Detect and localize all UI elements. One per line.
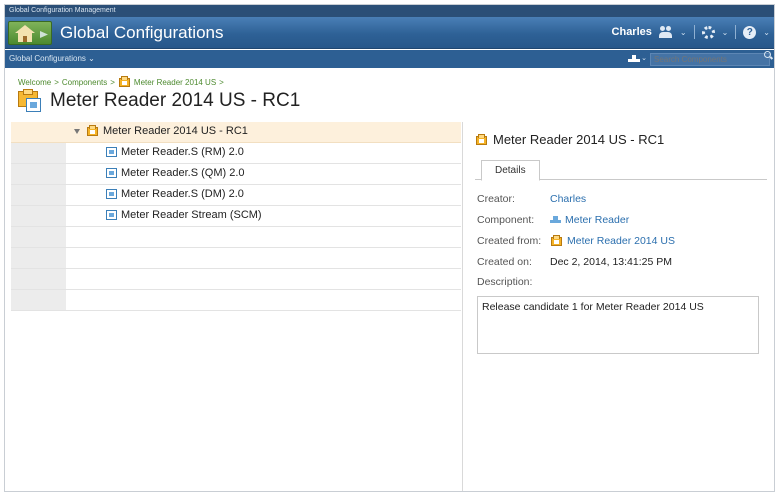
breadcrumb-separator: > xyxy=(54,77,59,87)
component-icon xyxy=(550,216,561,224)
separator xyxy=(693,25,695,39)
help-icon[interactable]: ? xyxy=(743,25,757,39)
tree-row[interactable]: Meter Reader.S (QM) 2.0 xyxy=(11,164,461,185)
page-title: Meter Reader 2014 US - RC1 xyxy=(50,90,301,111)
created-from-link[interactable]: Meter Reader 2014 US xyxy=(567,235,675,247)
component-link[interactable]: Meter Reader xyxy=(565,214,629,226)
created-on-field: Created on: Dec 2, 2014, 13:41:25 PM xyxy=(477,256,672,268)
details-title: Meter Reader 2014 US - RC1 xyxy=(475,132,664,147)
home-icon[interactable] xyxy=(8,21,52,45)
created-on-label: Created on: xyxy=(477,256,532,268)
tree-root-label: Meter Reader 2014 US - RC1 xyxy=(103,125,248,137)
creator-field: Creator: Charles xyxy=(477,193,586,205)
breadcrumb-components[interactable]: Components xyxy=(62,78,107,87)
created-from-label: Created from: xyxy=(477,235,542,247)
app-banner: Global Configurations Charles ⌄ ⌄ ? ⌄ xyxy=(5,17,774,49)
details-pane: Meter Reader 2014 US - RC1 Details Creat… xyxy=(463,122,774,491)
share-icon[interactable] xyxy=(628,55,640,63)
tree-row[interactable]: Meter Reader Stream (SCM) xyxy=(11,206,461,227)
configuration-icon xyxy=(18,89,42,113)
details-title-text: Meter Reader 2014 US - RC1 xyxy=(493,132,665,147)
component-label: Component: xyxy=(477,214,535,226)
tree-item-label: Meter Reader.S (RM) 2.0 xyxy=(121,146,244,158)
configuration-icon xyxy=(475,133,488,146)
breadcrumb-component[interactable]: Meter Reader 2014 US xyxy=(134,78,216,87)
creator-link[interactable]: Charles xyxy=(550,193,586,205)
created-on-value: Dec 2, 2014, 13:41:25 PM xyxy=(550,256,672,268)
chevron-down-icon[interactable]: ⌄ xyxy=(763,28,770,37)
module-icon xyxy=(106,168,117,178)
search-input[interactable] xyxy=(650,53,770,66)
description-textarea[interactable]: Release candidate 1 for Meter Reader 201… xyxy=(477,296,759,354)
module-icon xyxy=(106,189,117,199)
breadcrumb-separator: > xyxy=(110,77,115,87)
module-icon xyxy=(106,210,117,220)
tab-details[interactable]: Details xyxy=(481,160,540,181)
tree-item-label: Meter Reader.S (QM) 2.0 xyxy=(121,167,245,179)
tree-item-label: Meter Reader.S (DM) 2.0 xyxy=(121,188,244,200)
description-label: Description: xyxy=(477,276,533,288)
gear-icon[interactable] xyxy=(701,25,715,39)
chevron-down-icon[interactable]: ⌄ xyxy=(641,50,647,68)
tree-row-empty xyxy=(11,269,461,290)
global-configurations-menu[interactable]: Global Configurations ⌄ xyxy=(9,54,95,63)
breadcrumb: Welcome > Components > Meter Reader 2014… xyxy=(18,76,224,88)
creator-label: Creator: xyxy=(477,193,515,205)
tree-row-root[interactable]: Meter Reader 2014 US - RC1 xyxy=(11,122,461,143)
window-title: Global Configuration Management xyxy=(5,5,774,17)
breadcrumb-welcome[interactable]: Welcome xyxy=(18,78,51,87)
banner-title: Global Configurations xyxy=(60,23,224,42)
configuration-tree: Meter Reader 2014 US - RC1 Meter Reader.… xyxy=(11,122,461,491)
users-icon[interactable] xyxy=(658,26,673,38)
details-tabs: Details xyxy=(475,158,767,181)
configuration-icon xyxy=(550,235,563,247)
chevron-down-icon[interactable]: ⌄ xyxy=(722,28,729,37)
module-icon xyxy=(106,147,117,157)
tree-row-empty xyxy=(11,290,461,311)
tree-row[interactable]: Meter Reader.S (RM) 2.0 xyxy=(11,143,461,164)
tree-row-empty xyxy=(11,248,461,269)
configuration-icon xyxy=(118,76,131,88)
chevron-down-icon[interactable]: ⌄ xyxy=(680,28,687,37)
search-icon[interactable] xyxy=(764,51,771,58)
tree-item-label: Meter Reader Stream (SCM) xyxy=(121,209,262,221)
breadcrumb-separator: > xyxy=(219,77,224,87)
tree-row[interactable]: Meter Reader.S (DM) 2.0 xyxy=(11,185,461,206)
banner-user-area: Charles ⌄ ⌄ ? ⌄ xyxy=(612,25,770,39)
app-frame: Global Configuration Management Global C… xyxy=(4,4,775,492)
created-from-field: Created from: Meter Reader 2014 US xyxy=(477,235,675,247)
page-header: Meter Reader 2014 US - RC1 xyxy=(18,89,300,113)
user-name[interactable]: Charles xyxy=(612,26,652,38)
description-field: Description: xyxy=(477,276,550,288)
expand-caret-icon[interactable] xyxy=(74,128,80,134)
sub-navigation-bar: Global Configurations ⌄ ⌄ xyxy=(5,50,774,68)
separator xyxy=(735,25,737,39)
component-field: Component: Meter Reader xyxy=(477,214,629,226)
configuration-icon xyxy=(86,125,99,137)
tree-row-empty xyxy=(11,227,461,248)
